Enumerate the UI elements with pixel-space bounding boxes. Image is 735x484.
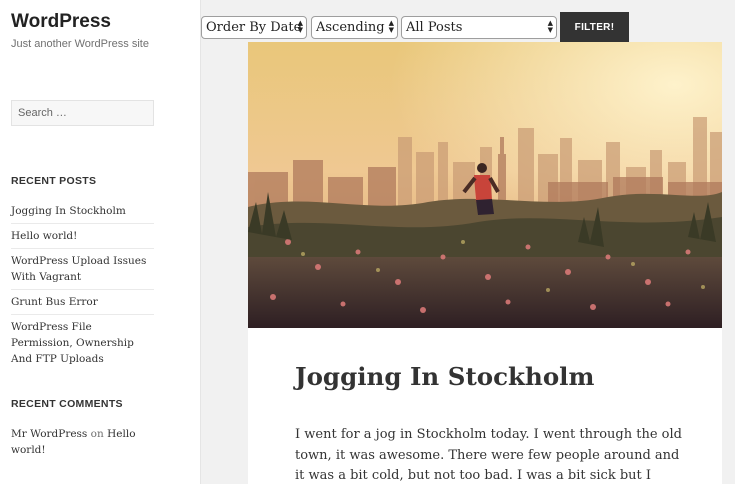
post-article: Jogging In Stockholm I went for a jog in… — [248, 42, 722, 484]
site-tagline: Just another WordPress site — [11, 38, 149, 50]
list-item: Jogging In Stockholm — [11, 199, 154, 223]
featured-image[interactable] — [248, 42, 722, 328]
comment-on-text: on — [90, 428, 104, 440]
site-title-link[interactable]: WordPress — [11, 11, 111, 33]
sidebar: WordPress Just another WordPress site RE… — [0, 0, 201, 484]
order-by-value: Order By Date — [206, 20, 302, 35]
recent-post-link[interactable]: Jogging In Stockholm — [11, 205, 126, 217]
order-by-select[interactable]: Order By Date ▲ ▼ — [201, 16, 307, 39]
post-excerpt: I went for a jog in Stockholm today. I w… — [295, 427, 682, 483]
recent-comments-heading: RECENT COMMENTS — [11, 398, 123, 410]
recent-post-link[interactable]: WordPress Upload Issues With Vagrant — [11, 255, 146, 283]
recent-post-link[interactable]: Hello world! — [11, 230, 77, 242]
featured-image-graphic — [248, 42, 722, 328]
filter-button[interactable]: FILTER! — [560, 12, 629, 43]
select-arrows-icon: ▲ ▼ — [547, 19, 553, 34]
recent-comment: Mr WordPress on Hello world! — [11, 426, 154, 458]
comment-author-link[interactable]: Mr WordPress — [11, 428, 87, 440]
list-item: Hello world! — [11, 223, 154, 248]
list-item: WordPress Upload Issues With Vagrant — [11, 248, 154, 289]
recent-posts-list: Jogging In Stockholm Hello world! WordPr… — [11, 199, 154, 371]
post-title[interactable]: Jogging In Stockholm — [295, 362, 594, 391]
category-select[interactable]: All Posts ▲ ▼ — [401, 16, 557, 39]
direction-select[interactable]: Ascending ▲ ▼ — [311, 16, 398, 39]
select-arrows-icon: ▲ ▼ — [388, 19, 394, 34]
recent-post-link[interactable]: WordPress File Permission, Ownership And… — [11, 321, 134, 365]
search-input[interactable] — [11, 100, 154, 126]
direction-value: Ascending — [316, 20, 385, 35]
recent-post-link[interactable]: Grunt Bus Error — [11, 296, 98, 308]
list-item: WordPress File Permission, Ownership And… — [11, 314, 154, 371]
category-value: All Posts — [406, 20, 463, 35]
list-item: Grunt Bus Error — [11, 289, 154, 314]
recent-posts-heading: RECENT POSTS — [11, 175, 97, 187]
select-arrows-icon: ▲ ▼ — [297, 19, 303, 34]
